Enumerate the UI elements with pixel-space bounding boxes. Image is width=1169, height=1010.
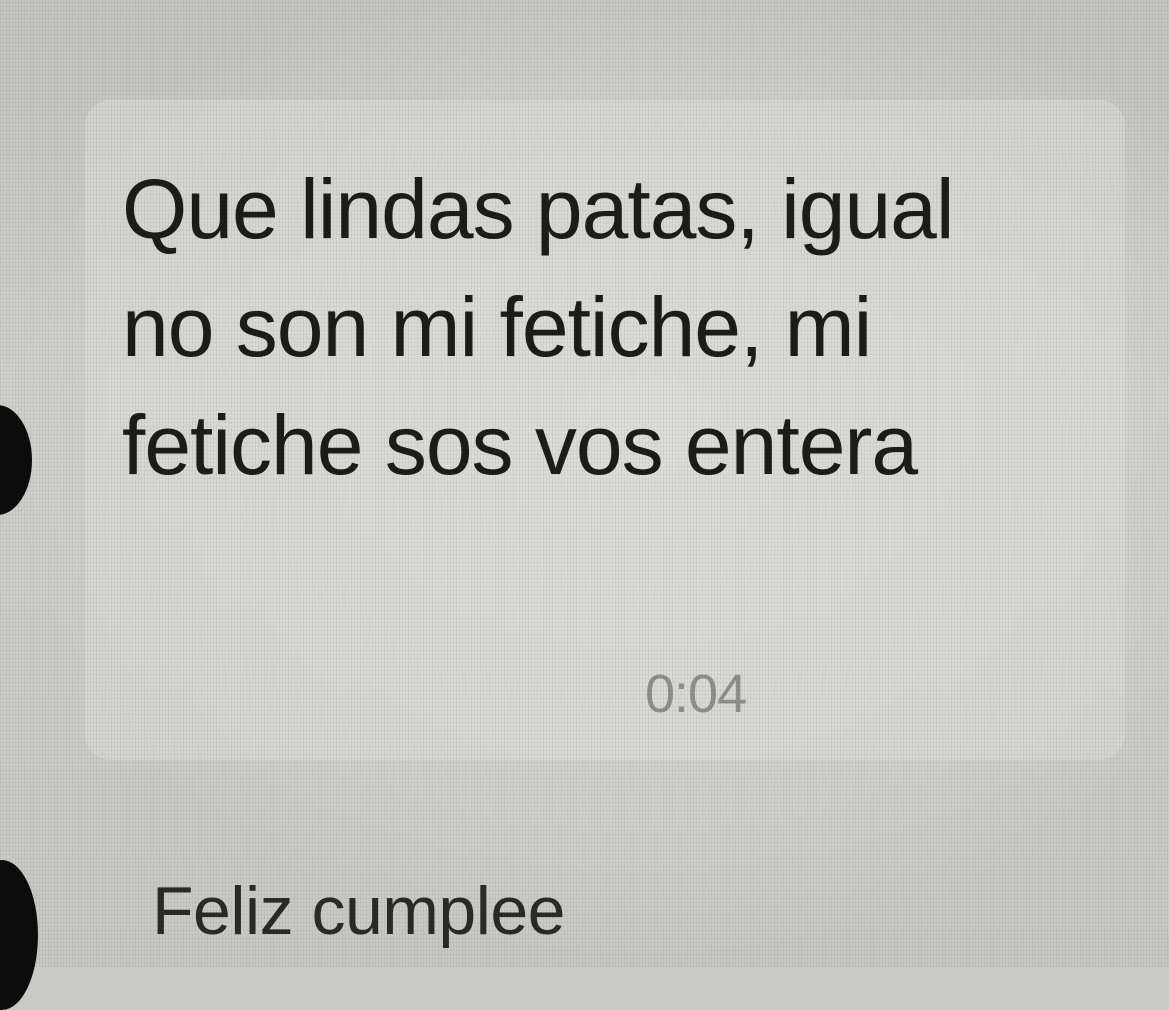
message-timestamp: 0:04 (645, 664, 747, 724)
message-text: Feliz cumplee (152, 873, 566, 949)
message-text: Que lindas patas, igual no son mi fetich… (122, 162, 955, 492)
